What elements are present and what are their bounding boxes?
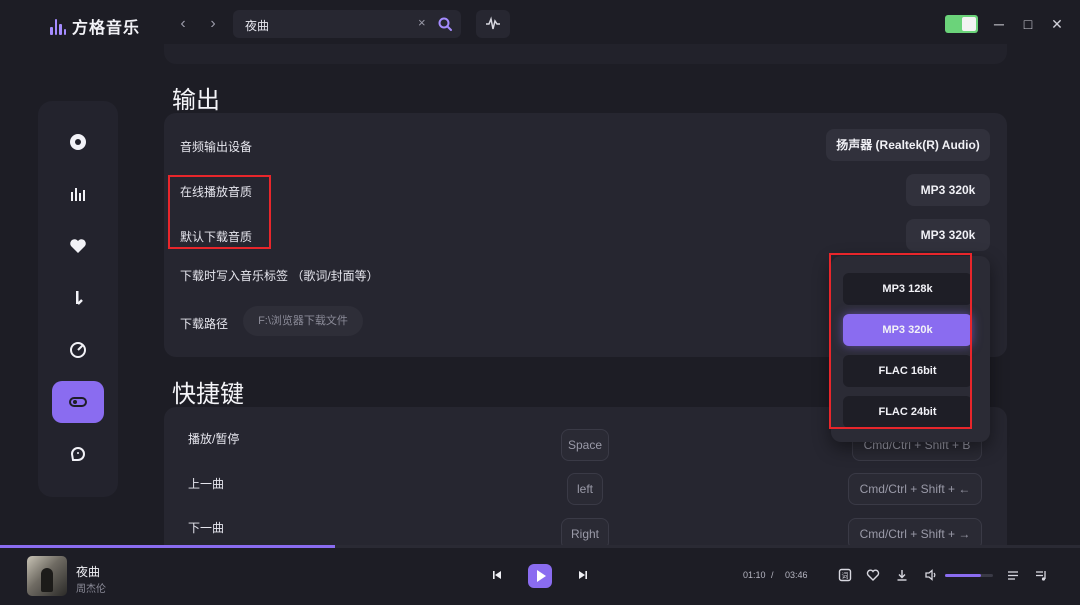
sidebar-item-feedback[interactable] <box>52 433 104 475</box>
global-shortcut-previous[interactable]: Cmd/Ctrl + Shift + ← <box>848 473 982 505</box>
shortcut-key-play-pause[interactable]: Space <box>561 429 609 461</box>
svg-text:词: 词 <box>842 572 849 580</box>
search-input[interactable]: 夜曲 × <box>233 10 461 38</box>
theme-toggle[interactable] <box>945 15 978 33</box>
online-quality-select[interactable]: MP3 320k <box>906 174 990 206</box>
playlist-icon[interactable] <box>1006 568 1020 582</box>
player-bar: 夜曲 周杰伦 01:10 / 03:46 词 <box>0 548 1080 605</box>
sidebar-item-settings[interactable] <box>52 381 104 423</box>
maximize-button[interactable]: □ <box>1018 14 1038 34</box>
download-icon[interactable] <box>895 568 909 582</box>
download-path-field[interactable]: F:\浏览器下载文件 <box>243 306 363 336</box>
sidebar-item-favorites[interactable] <box>52 225 104 267</box>
like-icon[interactable] <box>866 568 880 582</box>
total-time: 03:46 <box>785 570 808 580</box>
heart-icon <box>70 239 86 253</box>
download-quality-select[interactable]: MP3 320k <box>906 219 990 251</box>
output-device-label: 音频输出设备 <box>180 140 253 154</box>
output-section-title: 输出 <box>172 87 220 114</box>
download-path-label: 下载路径 <box>180 317 229 331</box>
previous-section-card <box>164 44 1007 64</box>
volume-slider-fill <box>945 574 981 577</box>
queue-icon[interactable] <box>1034 568 1048 582</box>
minimize-button[interactable]: ─ <box>989 14 1009 34</box>
output-device-select[interactable]: 扬声器 (Realtek(R) Audio) <box>826 129 990 161</box>
lyrics-icon[interactable]: 词 <box>838 568 852 582</box>
logo-icon <box>50 17 66 35</box>
album-cover[interactable] <box>27 556 67 596</box>
waveform-button[interactable] <box>476 10 510 38</box>
next-track-icon[interactable] <box>575 567 591 583</box>
previous-track-icon[interactable] <box>489 567 505 583</box>
title-bar: 方格音乐 ‹ › 夜曲 × ─ □ ✕ <box>0 0 1080 50</box>
disc-icon <box>70 134 86 150</box>
play-button[interactable] <box>528 564 552 588</box>
close-button[interactable]: ✕ <box>1047 14 1067 34</box>
search-icon[interactable] <box>437 16 453 32</box>
radar-icon <box>70 342 86 358</box>
app-logo: 方格音乐 <box>50 14 140 38</box>
bubble-icon <box>70 447 85 461</box>
cover-figure <box>41 568 53 592</box>
play-icon <box>537 570 546 582</box>
sidebar-item-radio[interactable] <box>52 329 104 371</box>
quality-labels-highlight <box>168 175 271 249</box>
music-note-icon <box>76 291 83 305</box>
write-tags-label: 下载时写入音乐标签 （歌词/封面等） <box>180 269 379 283</box>
time-separator: / <box>771 570 774 580</box>
song-title[interactable]: 夜曲 <box>76 563 100 580</box>
song-artist[interactable]: 周杰伦 <box>76 580 106 595</box>
shortcut-label-play-pause: 播放/暂停 <box>188 432 240 446</box>
current-time: 01:10 <box>743 570 766 580</box>
clear-icon[interactable]: × <box>418 15 426 30</box>
sidebar-item-local[interactable] <box>52 277 104 319</box>
waveform-icon <box>486 16 500 30</box>
dropdown-highlight <box>829 253 972 429</box>
sidebar-item-discover[interactable] <box>52 121 104 163</box>
chart-icon <box>71 188 85 201</box>
moon-icon <box>962 17 976 31</box>
volume-slider[interactable] <box>945 574 993 577</box>
toggle-settings-icon <box>69 397 87 407</box>
shortcut-label-next: 下一曲 <box>188 521 225 535</box>
search-query[interactable]: 夜曲 <box>245 17 269 34</box>
volume-icon[interactable] <box>924 568 938 582</box>
shortcut-label-previous: 上一曲 <box>188 477 225 491</box>
sidebar <box>38 101 118 497</box>
app-name: 方格音乐 <box>72 20 141 37</box>
forward-arrow-icon[interactable]: › <box>203 14 223 34</box>
sidebar-item-charts[interactable] <box>52 173 104 215</box>
shortcuts-section-title: 快捷键 <box>172 381 244 408</box>
shortcut-key-previous[interactable]: left <box>567 473 603 505</box>
back-arrow-icon[interactable]: ‹ <box>173 14 193 34</box>
